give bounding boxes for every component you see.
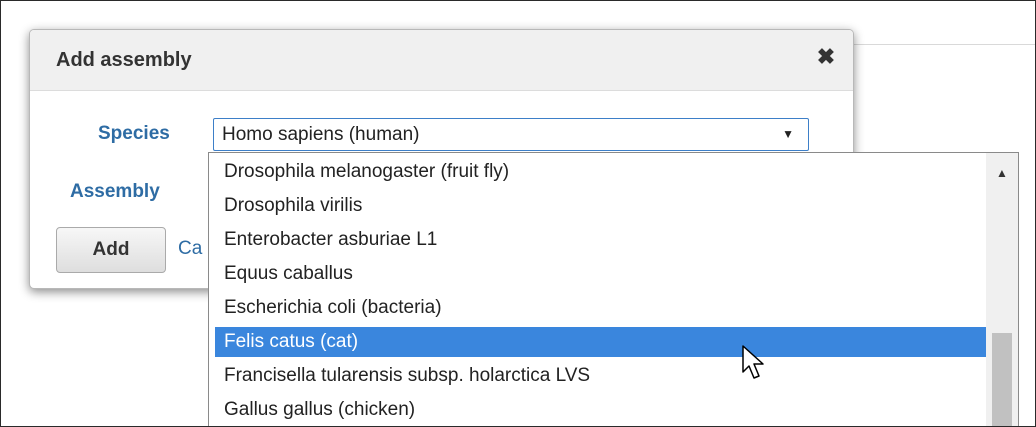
dropdown-option[interactable]: Enterobacter asburiae L1 (215, 225, 991, 255)
add-button[interactable]: Add (56, 227, 166, 273)
chevron-down-icon: ▼ (782, 127, 794, 141)
species-select-value: Homo sapiens (human) (222, 124, 420, 145)
assembly-label: Assembly (70, 181, 160, 202)
species-dropdown-list[interactable]: Drosophila melanogaster (fruit fly) Dros… (208, 152, 1019, 426)
species-select[interactable]: Homo sapiens (human) ▼ (213, 118, 809, 151)
scroll-up-arrow-icon[interactable]: ▲ (986, 161, 1018, 185)
dialog-header: Add assembly ✖ (30, 30, 853, 91)
species-label: Species (98, 123, 170, 144)
app-frame: Add assembly ✖ Species Homo sapiens (hum… (0, 0, 1036, 427)
background-divider (851, 44, 1035, 45)
dropdown-option[interactable]: Equus caballus (215, 259, 991, 289)
dropdown-option[interactable]: Drosophila virilis (215, 191, 991, 221)
close-icon[interactable]: ✖ (813, 44, 839, 70)
cancel-link[interactable]: Ca (178, 238, 202, 260)
scrollbar-thumb[interactable] (992, 333, 1012, 426)
dialog-title: Add assembly (56, 49, 192, 71)
dropdown-option[interactable]: Drosophila melanogaster (fruit fly) (215, 157, 991, 187)
dropdown-option[interactable]: Escherichia coli (bacteria) (215, 293, 991, 323)
mouse-pointer-icon (742, 345, 764, 379)
dropdown-option-selected[interactable]: Felis catus (cat) (215, 327, 991, 357)
dropdown-option[interactable]: Gallus gallus (chicken) (215, 395, 991, 425)
dropdown-scrollbar[interactable]: ▲ (986, 153, 1018, 426)
dropdown-option[interactable]: Francisella tularensis subsp. holarctica… (215, 361, 991, 391)
